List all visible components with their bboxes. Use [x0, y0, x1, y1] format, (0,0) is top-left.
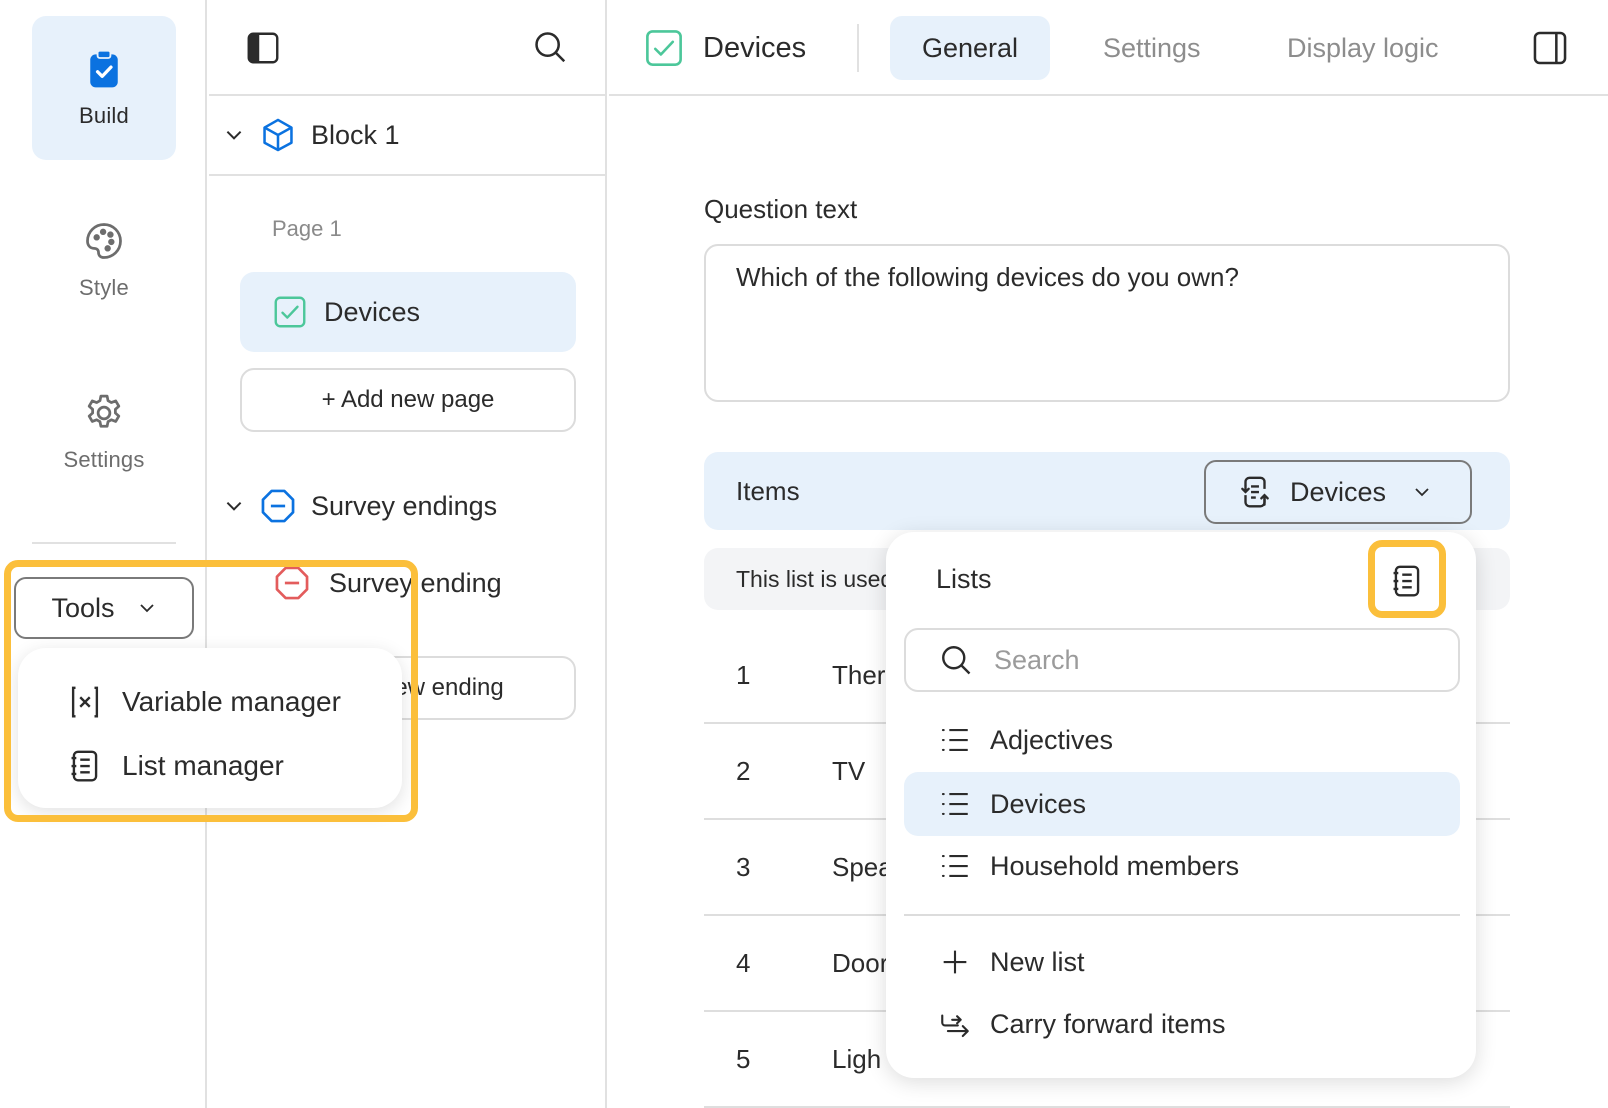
list-option-label: Household members [990, 850, 1240, 881]
checkbox-question-icon [274, 296, 306, 328]
info-text: This list is used [736, 565, 894, 592]
rail-divider [32, 542, 176, 544]
editor-topbar: Devices General Settings Display logic [609, 0, 1608, 96]
block-label: Block 1 [311, 119, 400, 150]
item-label: Spea [832, 851, 893, 882]
survey-tree-panel: Block 1 Page 1 Devices + Add new page Su… [209, 0, 607, 1108]
chevron-down-icon [139, 604, 154, 613]
items-label: Items [736, 476, 800, 506]
gear-icon [87, 394, 121, 428]
lists-divider [904, 914, 1460, 916]
chevron-down-icon[interactable] [223, 124, 245, 146]
tab-settings[interactable]: Settings [1071, 16, 1233, 80]
cube-icon [263, 118, 293, 152]
clipboard-check-icon [90, 49, 118, 88]
plus-icon [943, 950, 967, 974]
rail-item-label: Settings [63, 447, 145, 472]
question-item-devices[interactable]: Devices [240, 272, 576, 352]
list-option-household-members[interactable]: Household members [904, 834, 1460, 898]
item-number: 1 [736, 659, 751, 690]
list-icon [941, 793, 968, 815]
lists-search-input[interactable] [994, 644, 1414, 676]
item-number: 2 [736, 755, 751, 786]
item-number: 3 [736, 851, 751, 882]
list-option-devices[interactable]: Devices [904, 772, 1460, 836]
tools-label: Tools [51, 592, 115, 623]
rail-item-build[interactable]: Build [32, 16, 176, 160]
list-icon [941, 855, 968, 877]
new-list-action[interactable]: New list [904, 930, 1460, 994]
list-sync-icon [1241, 476, 1269, 508]
search-icon [942, 646, 971, 675]
list-option-label: Adjectives [990, 724, 1114, 755]
search-icon[interactable] [531, 28, 569, 66]
tools-menu: Variable manager List manager [18, 648, 402, 808]
question-title: Devices [643, 27, 806, 69]
rail-item-style[interactable]: Style [32, 188, 176, 332]
item-number: 4 [736, 947, 751, 978]
list-manager-icon [71, 750, 98, 782]
list-option-adjectives[interactable]: Adjectives [904, 708, 1460, 772]
left-rail: Build Style Settings [0, 0, 207, 1108]
list-icon [941, 729, 968, 751]
block-1-row[interactable]: Block 1 [209, 96, 605, 176]
tree-toolbar [209, 0, 605, 96]
stop-sign-icon [275, 566, 309, 600]
rail-item-label: Build [79, 103, 129, 128]
item-label: Door [832, 947, 889, 978]
survey-ending-label: Survey ending [329, 567, 502, 598]
item-label: Ther [832, 659, 886, 690]
item-number: 5 [736, 1043, 751, 1074]
lists-search-field[interactable] [904, 628, 1460, 692]
list-manager-icon[interactable] [1388, 562, 1426, 600]
menu-item-list-manager[interactable]: List manager [18, 734, 402, 798]
chevron-down-icon[interactable] [223, 495, 245, 517]
carry-forward-icon [941, 1014, 969, 1038]
variable-icon [71, 686, 99, 718]
question-text-label: Question text [704, 194, 858, 224]
menu-item-label: Variable manager [122, 686, 341, 717]
menu-item-label: List manager [122, 750, 284, 781]
lists-header: Lists [936, 564, 992, 594]
tab-general[interactable]: General [890, 16, 1051, 80]
action-label: New list [990, 946, 1085, 977]
question-title-text: Devices [703, 31, 807, 64]
palette-icon [86, 223, 122, 259]
question-text-input[interactable] [704, 244, 1510, 402]
list-select-dropdown[interactable]: Devices [1204, 460, 1472, 524]
survey-ending-item[interactable]: Survey ending [273, 564, 502, 602]
list-option-label: Devices [990, 788, 1087, 819]
add-new-page-button[interactable]: + Add new page [240, 368, 576, 432]
collapse-sidebar-icon[interactable] [245, 30, 281, 66]
list-select-value: Devices [1290, 476, 1387, 507]
rail-item-settings[interactable]: Settings [32, 360, 176, 504]
items-header: Items Devices [704, 452, 1510, 530]
tools-dropdown-button[interactable]: Tools [14, 577, 194, 639]
page-label: Page 1 [272, 216, 342, 241]
survey-endings-row[interactable]: Survey endings [209, 466, 605, 546]
title-divider [857, 24, 859, 72]
checkbox-question-icon [646, 30, 682, 66]
lists-dropdown: Lists Adjectives Devices Household membe… [886, 532, 1476, 1078]
carry-forward-action[interactable]: Carry forward items [904, 992, 1460, 1056]
question-item-label: Devices [324, 296, 421, 327]
tab-display-logic[interactable]: Display logic [1255, 16, 1471, 80]
survey-endings-label: Survey endings [311, 490, 498, 521]
item-label: Ligh [832, 1043, 882, 1074]
action-label: Carry forward items [990, 1008, 1226, 1039]
item-label: TV [832, 755, 866, 786]
chevron-down-icon [1415, 488, 1429, 497]
rail-item-label: Style [79, 275, 129, 300]
menu-item-variable-manager[interactable]: Variable manager [18, 670, 402, 734]
toggle-right-panel-icon[interactable] [1531, 29, 1569, 67]
stop-sign-icon [261, 489, 295, 523]
